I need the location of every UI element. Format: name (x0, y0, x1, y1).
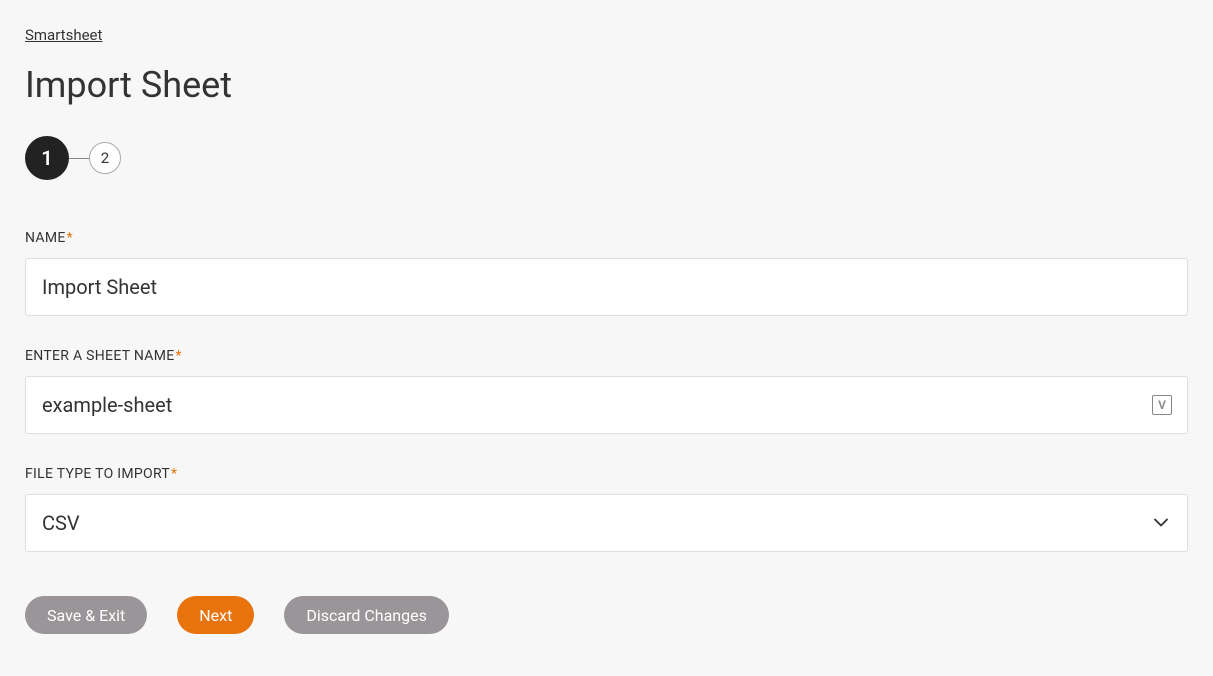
stepper: 1 2 (25, 136, 1188, 180)
name-label: NAME* (25, 230, 1188, 246)
step-2: 2 (89, 142, 121, 174)
step-connector (69, 158, 89, 159)
required-indicator: * (171, 466, 177, 482)
name-input[interactable] (25, 258, 1188, 316)
required-indicator: * (67, 230, 73, 246)
required-indicator: * (176, 348, 182, 364)
page-title: Import Sheet (25, 64, 1188, 106)
discard-changes-button[interactable]: Discard Changes (284, 596, 448, 634)
next-button[interactable]: Next (177, 596, 254, 634)
step-1: 1 (25, 136, 69, 180)
sheet-name-input[interactable] (25, 376, 1188, 434)
save-exit-button[interactable]: Save & Exit (25, 596, 147, 634)
variable-icon[interactable]: V (1152, 395, 1172, 415)
file-type-select[interactable]: CSV (25, 494, 1188, 552)
breadcrumb-smartsheet[interactable]: Smartsheet (25, 26, 102, 44)
file-type-label: FILE TYPE TO IMPORT* (25, 466, 1188, 482)
sheet-name-label: ENTER A SHEET NAME* (25, 348, 1188, 364)
